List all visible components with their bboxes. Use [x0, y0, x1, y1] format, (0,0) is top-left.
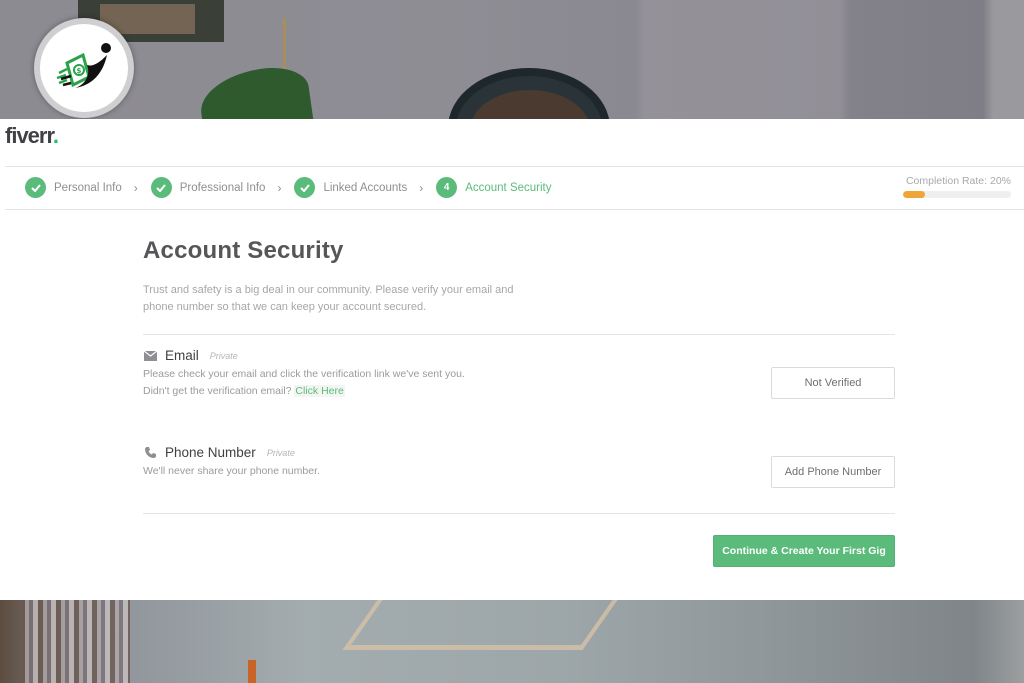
svg-text:$: $	[77, 67, 82, 75]
step-label: Linked Accounts	[323, 181, 408, 194]
background-photo-top	[0, 0, 1024, 119]
site-logo: $	[40, 24, 128, 112]
progress-stepper: Personal Info › Professional Info › Link…	[5, 166, 1024, 210]
email-private-label: Private	[209, 350, 238, 361]
background-tray	[342, 600, 618, 650]
chevron-right-icon: ›	[419, 180, 424, 195]
money-person-logo-icon: $	[56, 43, 111, 88]
background-photo-bottom	[0, 600, 1024, 683]
step-linked-accounts[interactable]: Linked Accounts	[294, 177, 407, 198]
step-label: Professional Info	[179, 181, 266, 194]
chevron-right-icon: ›	[277, 180, 282, 195]
fiverr-logo[interactable]: fiverr.	[5, 123, 59, 149]
account-security-section: Account Security Trust and safety is a b…	[143, 237, 895, 567]
resend-verification-link[interactable]: Click Here	[294, 384, 345, 397]
step-personal-info[interactable]: Personal Info	[25, 177, 122, 198]
step-label: Personal Info	[54, 181, 122, 194]
check-icon	[294, 177, 316, 198]
completion-progress-bar	[903, 191, 1011, 198]
background-orange-object	[248, 660, 256, 683]
background-books	[20, 600, 130, 683]
add-phone-number-button[interactable]: Add Phone Number	[771, 456, 895, 488]
envelope-icon	[143, 350, 157, 362]
step-label-active: Account Security	[465, 181, 552, 194]
completion-rate-label: Completion Rate: 20%	[905, 175, 1011, 187]
onboarding-panel: fiverr. Personal Info › Professional Inf…	[0, 119, 1024, 600]
email-title: Email	[165, 348, 199, 363]
brand-dot: .	[52, 123, 59, 148]
check-icon	[150, 177, 172, 198]
step-professional-info[interactable]: Professional Info	[150, 177, 266, 198]
step-account-security[interactable]: 4 Account Security	[436, 177, 552, 198]
divider	[143, 513, 895, 514]
page-intro: Trust and safety is a big deal in our co…	[143, 284, 514, 313]
email-resend-prompt: Didn't get the verification email?	[143, 384, 292, 397]
phone-icon	[143, 447, 157, 459]
phone-private-label: Private	[266, 447, 295, 458]
page-title: Account Security	[143, 237, 344, 264]
check-icon	[25, 177, 46, 198]
continue-create-gig-button[interactable]: Continue & Create Your First Gig	[713, 535, 895, 567]
email-not-verified-button[interactable]: Not Verified	[771, 367, 895, 399]
completion-rate: Completion Rate: 20%	[903, 175, 1011, 198]
chevron-right-icon: ›	[133, 180, 138, 195]
step-number-badge: 4	[436, 177, 458, 198]
brand-name: fiverr	[5, 123, 54, 148]
divider	[143, 334, 895, 335]
completion-progress-fill	[903, 191, 925, 198]
phone-title: Phone Number	[165, 445, 256, 460]
background-plant-leaf	[196, 62, 314, 119]
